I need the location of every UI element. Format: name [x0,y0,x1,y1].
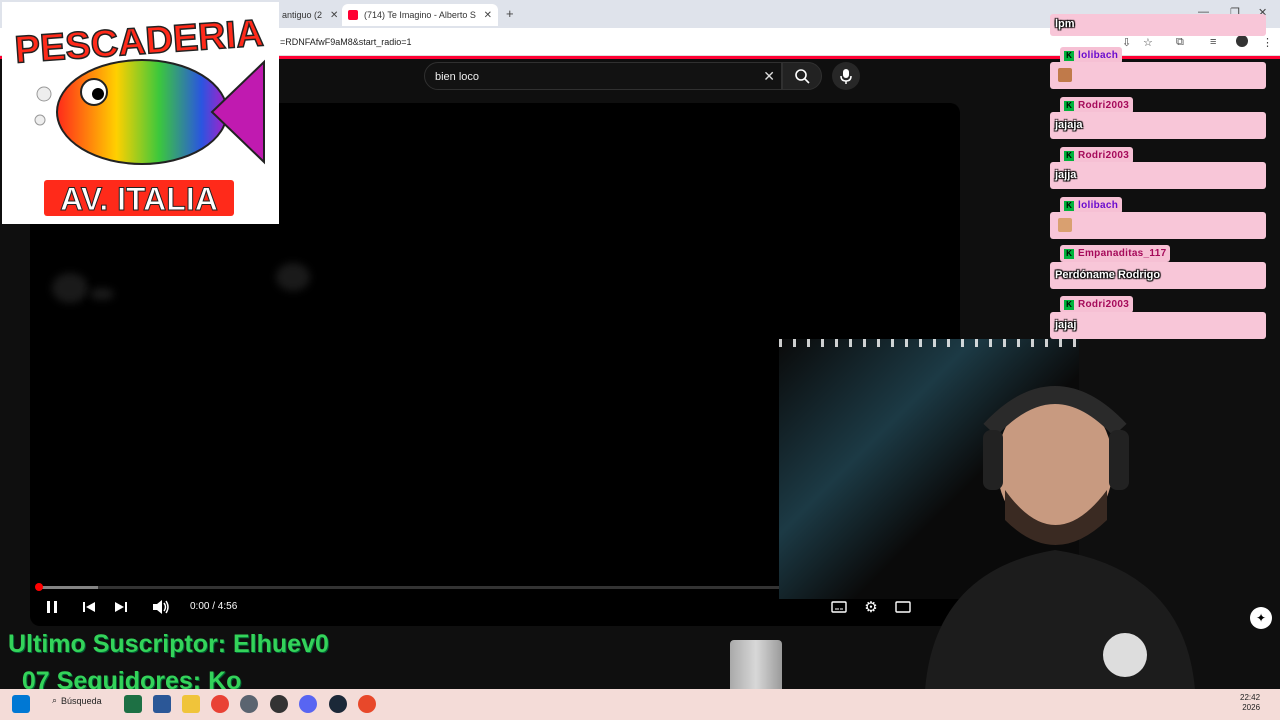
skip-next-icon [115,602,127,612]
chat-message-text: Perdóname Rodrigo [1055,269,1161,281]
skip-previous-icon [83,602,95,612]
close-icon[interactable]: ✕ [330,10,338,21]
screen: antiguo (2 ✕ (714) Te Imagino - Alberto … [0,0,1280,720]
search-icon: ⌕ [52,695,58,705]
previous-button[interactable] [80,598,98,616]
taskbar-clock[interactable]: 22:42 2026 [1240,693,1260,713]
chat-username: K Rodri2003 [1060,296,1134,313]
video-frame-shape [52,273,88,303]
captions-icon [831,601,847,613]
sponsor-logo: PESCADERIA AV. ITALIA [2,2,279,224]
chat-message-text: jajaj [1055,319,1077,331]
discord-icon[interactable] [299,695,317,713]
search-query[interactable]: bien loco [435,71,479,83]
new-tab-icon[interactable]: + [506,6,514,21]
ai-sparkle-icon[interactable]: ✦ [1250,607,1272,629]
settings-button[interactable]: ⚙ [862,598,880,616]
kick-badge-icon: K [1064,150,1074,161]
emote-icon [1058,68,1072,82]
app-icon[interactable] [358,695,376,713]
time-display: 0:00 / 4:56 [190,601,238,612]
search-input[interactable]: bien loco ✕ [424,62,782,90]
kick-badge-icon: K [1064,100,1074,111]
fish-logo-image: PESCADERIA AV. ITALIA [13,12,266,218]
close-icon[interactable]: ✕ [484,10,492,21]
taskbar-search[interactable]: ⌕ Búsqueda [52,695,102,706]
chat-message: jajaj [1050,312,1266,339]
extensions-icon[interactable]: ⧉ [1176,36,1184,49]
voice-search-button[interactable] [832,62,860,90]
settings-icon[interactable] [240,695,258,713]
chat-message: jajaja [1050,112,1266,139]
next-button[interactable] [112,598,130,616]
tab-youtube[interactable]: (714) Te Imagino - Alberto Styl ✕ [342,4,498,26]
chat-header: lpm [1050,14,1266,36]
taskbar-search-label: Búsqueda [61,695,102,706]
logo-title: PESCADERIA [13,12,264,71]
kick-badge-icon: K [1064,200,1074,211]
emote-icon [1058,218,1072,232]
chat-message: Perdóname Rodrigo [1050,262,1266,289]
menu-dots-icon[interactable]: ⋮ [1262,36,1273,49]
kick-badge-icon: K [1064,248,1074,259]
install-icon[interactable]: ⇩ [1122,36,1131,49]
subtitles-button[interactable] [830,598,848,616]
chat-message [1050,62,1266,89]
video-frame-shape [276,263,310,291]
search-button[interactable] [782,62,822,90]
chat-message [1050,212,1266,239]
file-explorer-icon[interactable] [182,695,200,713]
kick-badge-icon: K [1064,50,1074,61]
youtube-favicon-icon [348,10,358,20]
clock-date: 2026 [1242,703,1261,712]
clock-time: 22:42 [1240,693,1261,702]
pause-button[interactable] [44,598,60,616]
streamer-image [925,386,1195,690]
led-strip [779,339,1079,347]
tab-title: (714) Te Imagino - Alberto Styl [363,10,476,20]
chat-message: jajja [1050,162,1266,189]
microphone-icon [840,69,852,84]
clear-search-icon[interactable]: ✕ [763,68,775,85]
gear-icon: ⚙ [864,599,878,616]
video-frame-shape [90,288,114,300]
kick-badge-icon: K [1064,299,1074,310]
chat-username: K Empanaditas_117 [1060,245,1171,262]
search-icon [795,69,810,84]
bookmark-star-icon[interactable]: ☆ [1143,36,1153,49]
volume-icon [153,600,169,614]
volume-button[interactable] [150,598,172,616]
chat-header-text: lpm [1055,18,1075,30]
scrubber-handle[interactable] [35,583,43,591]
pause-icon [47,601,57,613]
url-text[interactable]: =RDNFAfwF9aM8&start_radio=1 [280,37,412,47]
media-icon[interactable]: ≡ [1210,36,1216,48]
profile-avatar-icon[interactable] [1236,35,1248,47]
excel-icon[interactable] [124,695,142,713]
streamer-webcam [895,370,1280,690]
tab-previous[interactable]: antiguo (2 ✕ [276,4,344,26]
chat-message-text: jajja [1055,169,1077,181]
last-subscriber-text: Ultimo Suscriptor: Elhuev0 [8,630,329,658]
obs-icon[interactable] [270,695,288,713]
tab-title: antiguo (2 [282,10,323,20]
chat-message-text: jajaja [1055,119,1083,131]
word-icon[interactable] [153,695,171,713]
windows-start-icon[interactable] [12,695,30,713]
steam-icon[interactable] [329,695,347,713]
buffer-bar [38,586,98,589]
chrome-icon[interactable] [211,695,229,713]
logo-subtitle: AV. ITALIA [60,181,218,217]
